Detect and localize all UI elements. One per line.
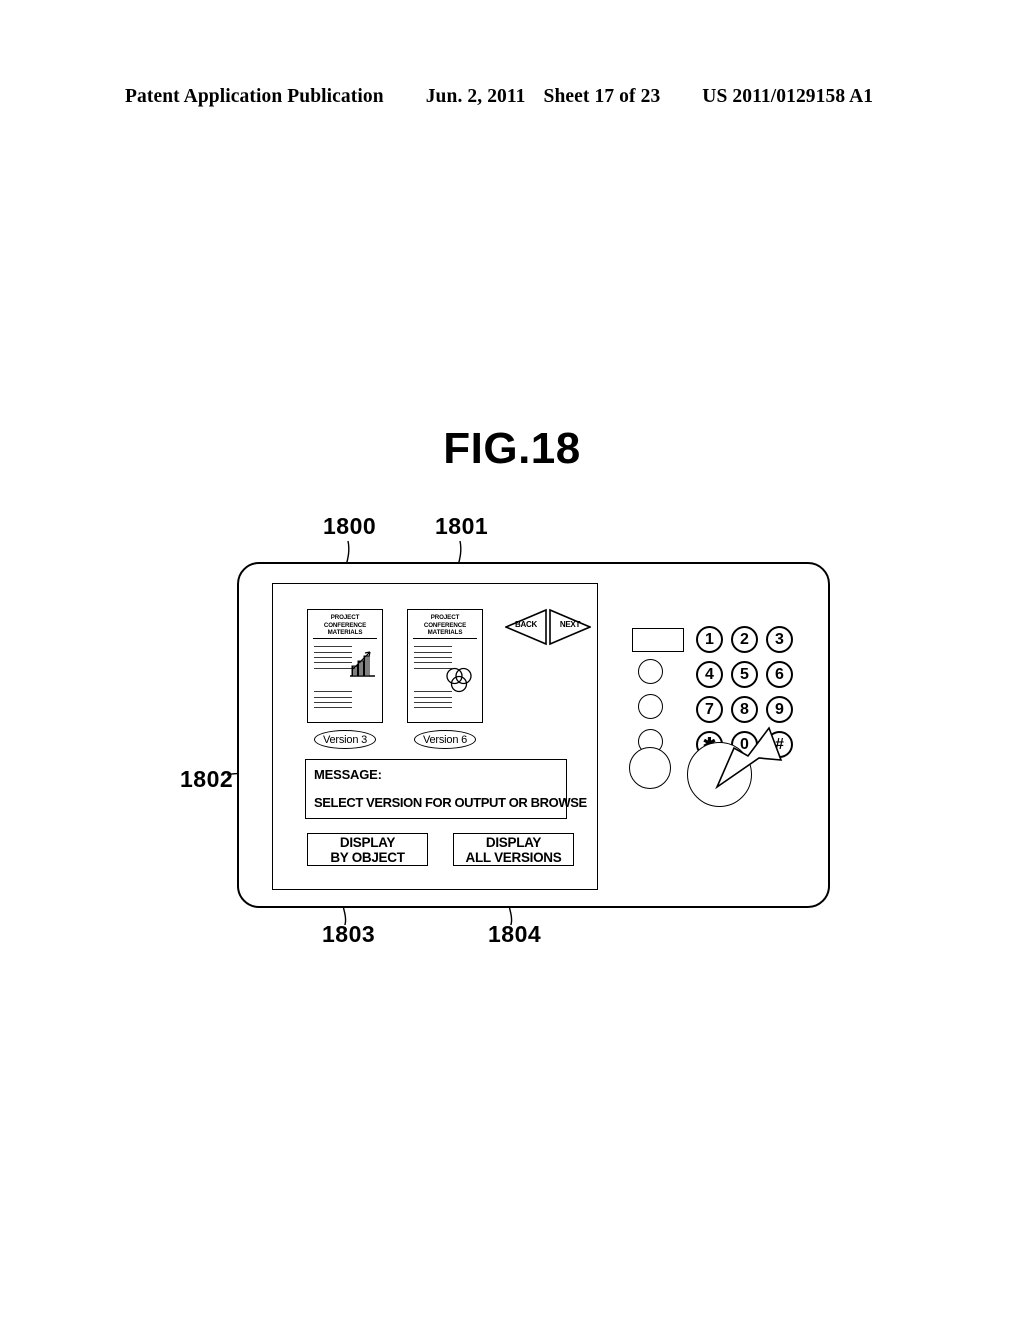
keypad-key-9[interactable]: 9 bbox=[766, 696, 793, 723]
touch-screen-panel[interactable]: PROJECT CONFERENCE MATERIALS PROJECT CON… bbox=[272, 583, 598, 890]
display-all-versions-label-line1: DISPLAY bbox=[485, 834, 542, 850]
reference-numeral-1803: 1803 bbox=[322, 921, 376, 947]
device-body: PROJECT CONFERENCE MATERIALS PROJECT CON… bbox=[237, 562, 830, 908]
document-title: PROJECT CONFERENCE MATERIALS bbox=[423, 614, 467, 637]
version-label[interactable]: Version 6 bbox=[414, 730, 476, 749]
display-window bbox=[632, 628, 684, 652]
keypad-key-3[interactable]: 3 bbox=[766, 626, 793, 653]
document-text-lines bbox=[314, 691, 352, 713]
document-thumbnail[interactable]: PROJECT CONFERENCE MATERIALS bbox=[407, 609, 483, 723]
small-round-button[interactable] bbox=[629, 747, 671, 789]
display-by-object-button[interactable]: DISPLAY BY OBJECT bbox=[307, 833, 428, 866]
document-title-rule bbox=[313, 638, 377, 640]
navigation-arrows: BACK NEXT bbox=[505, 608, 591, 646]
document-thumbnail[interactable]: PROJECT CONFERENCE MATERIALS bbox=[307, 609, 383, 723]
back-arrow-button[interactable]: BACK bbox=[505, 608, 547, 646]
message-panel: MESSAGE: SELECT VERSION FOR OUTPUT OR BR… bbox=[305, 759, 587, 819]
reference-numeral-1801: 1801 bbox=[435, 513, 489, 539]
display-by-object-label-line1: DISPLAY bbox=[339, 834, 396, 850]
keypad-key-5[interactable]: 5 bbox=[731, 661, 758, 688]
venn-diagram-icon bbox=[444, 665, 474, 700]
cursor-arrow-icon bbox=[715, 726, 783, 790]
reference-numeral-1800: 1800 bbox=[323, 513, 377, 539]
keypad-key-4[interactable]: 4 bbox=[696, 661, 723, 688]
message-label: MESSAGE: bbox=[314, 767, 382, 782]
next-arrow-label: NEXT bbox=[559, 620, 581, 629]
display-all-versions-label-line2: ALL VERSIONS bbox=[465, 849, 562, 865]
function-button[interactable] bbox=[638, 694, 663, 719]
version-label[interactable]: Version 3 bbox=[314, 730, 376, 749]
display-by-object-label-line2: BY OBJECT bbox=[330, 849, 405, 865]
reference-numeral-1802: 1802 bbox=[180, 766, 234, 792]
document-title: PROJECT CONFERENCE MATERIALS bbox=[323, 614, 367, 637]
keypad-key-6[interactable]: 6 bbox=[766, 661, 793, 688]
document-title-rule bbox=[413, 638, 477, 640]
next-arrow-button[interactable]: NEXT bbox=[549, 608, 591, 646]
keypad-key-8[interactable]: 8 bbox=[731, 696, 758, 723]
keypad-key-2[interactable]: 2 bbox=[731, 626, 758, 653]
document-body bbox=[312, 643, 378, 729]
keypad-key-7[interactable]: 7 bbox=[696, 696, 723, 723]
display-all-versions-button[interactable]: DISPLAY ALL VERSIONS bbox=[453, 833, 574, 866]
bar-chart-icon bbox=[348, 649, 376, 684]
keypad-key-1[interactable]: 1 bbox=[696, 626, 723, 653]
document-text-lines bbox=[314, 646, 352, 673]
document-body bbox=[412, 643, 478, 729]
back-arrow-label: BACK bbox=[515, 620, 537, 629]
reference-numeral-1804: 1804 bbox=[488, 921, 542, 947]
message-text: SELECT VERSION FOR OUTPUT OR BROWSE bbox=[314, 795, 587, 810]
function-button[interactable] bbox=[638, 659, 663, 684]
